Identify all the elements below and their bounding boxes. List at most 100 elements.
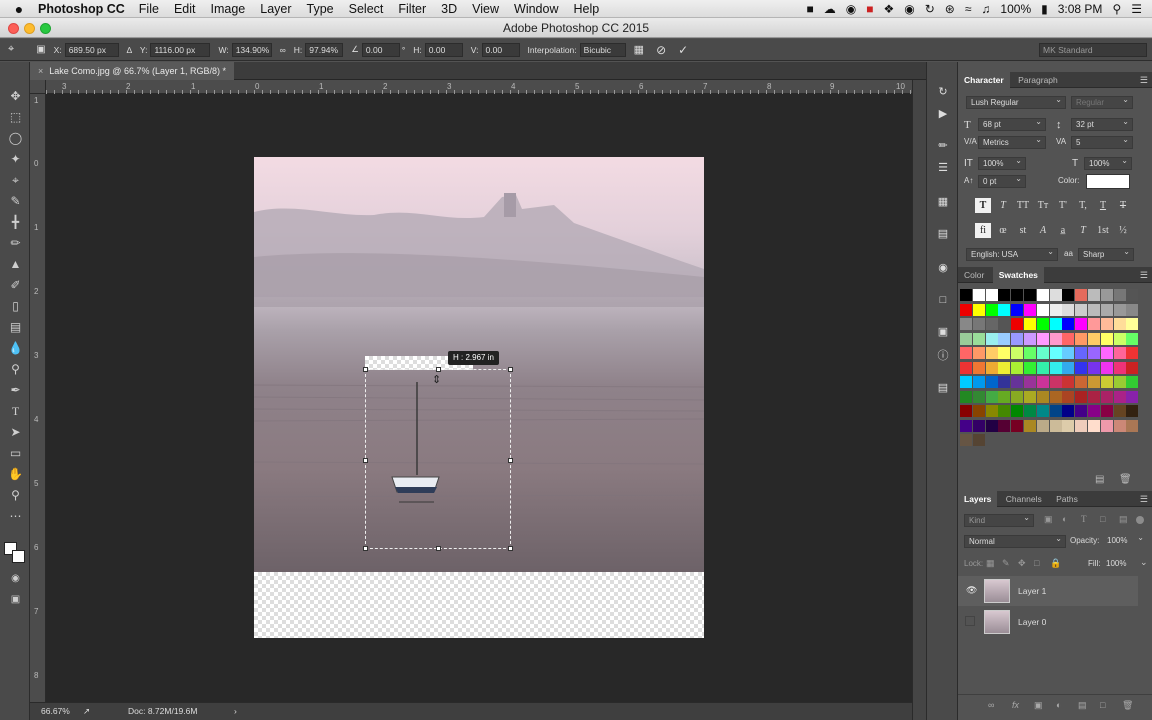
hskew-field[interactable]: 0.00 (424, 42, 463, 57)
swatch-grid[interactable] (960, 289, 1140, 465)
creative-cloud-icon[interactable]: ◉ (846, 2, 856, 16)
color-swatch[interactable] (998, 318, 1011, 330)
brush-tool-icon[interactable]: ✏ (7, 235, 24, 252)
menu-app-name[interactable]: Photoshop CC (38, 2, 125, 16)
color-swatch[interactable] (1126, 419, 1139, 432)
camera-icon[interactable]: ◉ (904, 2, 914, 16)
underline-button[interactable]: T (1095, 198, 1111, 213)
menu-view[interactable]: View (472, 2, 499, 16)
color-swatch[interactable] (1075, 405, 1088, 417)
transform-handle[interactable] (363, 458, 368, 463)
adjustment-filter-icon[interactable]: ◐ (1062, 514, 1067, 524)
color-swatch[interactable] (1011, 390, 1024, 403)
color-swatch[interactable] (985, 289, 998, 301)
type-filter-icon[interactable]: T (1081, 514, 1087, 524)
color-swatch[interactable] (1011, 318, 1024, 330)
color-swatch[interactable] (985, 376, 998, 388)
color-swatch[interactable] (1049, 419, 1062, 432)
color-swatch[interactable] (998, 405, 1011, 417)
color-swatch[interactable] (985, 405, 998, 417)
color-swatch[interactable] (1100, 332, 1113, 345)
properties-icon[interactable]: ▦ (935, 194, 951, 210)
color-swatch[interactable] (1088, 289, 1100, 301)
color-swatch[interactable] (1113, 289, 1126, 301)
workspace-select[interactable]: MK Standard (1039, 42, 1147, 57)
menu-file[interactable]: File (139, 2, 159, 16)
color-swatch[interactable] (1075, 361, 1088, 374)
color-swatch[interactable] (960, 376, 972, 388)
font-size-select[interactable]: 68 pt (978, 116, 1046, 131)
filter-toggle-icon[interactable] (1136, 516, 1144, 524)
color-swatch[interactable] (972, 347, 985, 359)
tab-color[interactable]: Color (958, 267, 990, 283)
link-layers-icon[interactable]: ∞ (988, 700, 994, 710)
fill-field[interactable]: 100% (1106, 559, 1126, 568)
color-swatch[interactable] (1024, 347, 1036, 359)
color-swatch[interactable] (998, 289, 1011, 301)
panel-menu-icon[interactable]: ☰ (1140, 491, 1148, 507)
cloud-icon[interactable]: ☁ (824, 2, 836, 16)
color-swatch[interactable] (1024, 303, 1036, 316)
color-swatch[interactable] (1062, 318, 1075, 330)
color-swatch[interactable] (1100, 347, 1113, 359)
color-swatch[interactable] (972, 361, 985, 374)
background-color-swatch[interactable] (12, 550, 25, 563)
vertical-scrollbar[interactable] (912, 80, 926, 720)
color-swatch[interactable] (1062, 303, 1075, 316)
color-swatch[interactable] (1075, 303, 1088, 316)
color-swatch[interactable] (1036, 419, 1049, 432)
clock[interactable]: 3:08 PM (1058, 2, 1103, 16)
color-swatch[interactable] (1011, 405, 1024, 417)
text-color-swatch[interactable] (1086, 174, 1130, 189)
delete-swatch-icon[interactable]: 🗑 (1119, 474, 1132, 485)
cancel-transform-icon[interactable]: ⊘ (656, 43, 666, 57)
lock-transparent-icon[interactable]: ▦ (986, 558, 995, 569)
discretionary-ligatures-button[interactable]: œ (995, 223, 1011, 238)
blend-mode-select[interactable]: Normal (964, 533, 1066, 548)
color-swatch[interactable] (1126, 332, 1139, 345)
horizontal-scale-field[interactable]: 100% (1084, 155, 1132, 170)
wifi-icon[interactable]: ≈ (965, 2, 972, 16)
color-swatch[interactable] (1126, 289, 1139, 301)
tab-swatches[interactable]: Swatches (992, 267, 1044, 283)
pixel-filter-icon[interactable]: ▣ (1044, 514, 1053, 525)
color-swatch[interactable] (1049, 289, 1062, 301)
color-swatch[interactable] (1036, 318, 1049, 330)
eyedropper-tool-icon[interactable]: ✎ (7, 193, 24, 210)
color-swatch[interactable] (1036, 332, 1049, 345)
notification-center-icon[interactable]: ☰ (1131, 2, 1142, 16)
all-caps-button[interactable]: TT (1015, 198, 1031, 213)
layer-kind-filter[interactable]: Kind (964, 512, 1034, 527)
history-icon[interactable]: ↻ (935, 84, 951, 100)
width-field[interactable]: 134.90% (231, 42, 272, 57)
leading-select[interactable]: 32 pt (1071, 116, 1133, 131)
vskew-field[interactable]: 0.00 (481, 42, 520, 57)
red-app-icon[interactable]: ■ (866, 2, 873, 16)
menu-image[interactable]: Image (211, 2, 246, 16)
move-tool-icon[interactable]: ✥ (7, 88, 24, 105)
info-panel-icon[interactable]: ▣ (935, 324, 951, 340)
color-swatch[interactable] (1062, 376, 1075, 388)
ruler-origin[interactable] (30, 80, 46, 94)
type-tool-icon[interactable]: T (7, 403, 24, 420)
color-swatch[interactable] (1024, 376, 1036, 388)
color-swatch[interactable] (1126, 405, 1139, 417)
color-swatch[interactable] (1024, 318, 1036, 330)
path-selection-tool-icon[interactable]: ➤ (7, 424, 24, 441)
apple-menu-icon[interactable]: ● (0, 1, 38, 17)
bluetooth-icon[interactable]: ⊛ (945, 2, 955, 16)
fractions-button[interactable]: ½ (1115, 223, 1131, 238)
color-swatch[interactable] (998, 332, 1011, 345)
rectangle-tool-icon[interactable]: ▭ (7, 445, 24, 462)
kerning-select[interactable]: Metrics (978, 134, 1046, 149)
battery-icon[interactable]: ▮ (1041, 2, 1048, 16)
menu-filter[interactable]: Filter (398, 2, 426, 16)
brush-settings-icon[interactable]: ✏ (935, 138, 951, 154)
color-swatch[interactable] (1049, 376, 1062, 388)
color-swatch[interactable] (960, 434, 972, 446)
color-swatch[interactable] (1088, 405, 1100, 417)
menu-3d[interactable]: 3D (441, 2, 457, 16)
tab-paragraph[interactable]: Paragraph (1012, 72, 1064, 88)
dropbox-icon[interactable]: ❖ (883, 2, 894, 16)
color-swatch[interactable] (1011, 332, 1024, 345)
